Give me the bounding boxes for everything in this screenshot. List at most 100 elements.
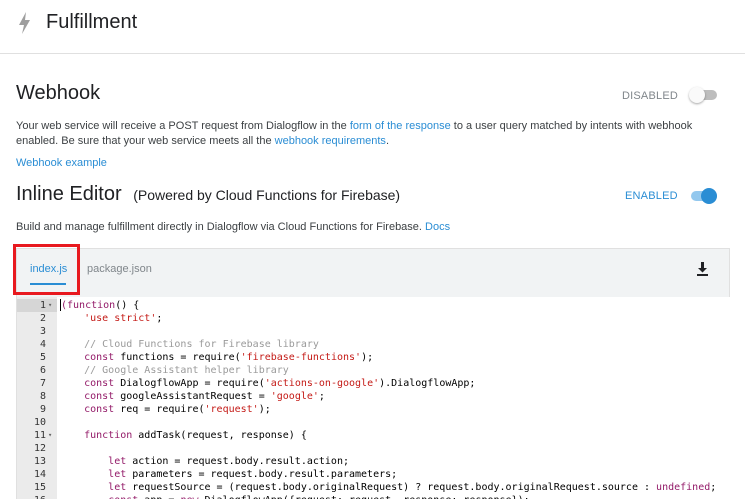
- code-token: functions = require(: [114, 352, 241, 363]
- code-token: const: [84, 378, 115, 389]
- code-token: new: [180, 495, 198, 499]
- webhook-requirements-link[interactable]: webhook requirements: [275, 135, 386, 147]
- inline-editor-toggle[interactable]: [689, 188, 717, 204]
- code-line[interactable]: 1 ▾ (function() {: [17, 299, 730, 312]
- line-number: 4: [39, 339, 46, 350]
- code-line[interactable]: 13 let action = request.body.result.acti…: [17, 455, 730, 468]
- code-line[interactable]: 4 // Cloud Functions for Firebase librar…: [17, 338, 730, 351]
- code-line[interactable]: 10: [17, 416, 730, 429]
- line-number: 5: [39, 352, 46, 363]
- line-number: 1: [39, 300, 46, 311]
- line-number: 7: [39, 378, 46, 389]
- code-line[interactable]: 3: [17, 325, 730, 338]
- code-text: const req = require('request');: [60, 403, 271, 416]
- line-number: 15: [33, 482, 46, 493]
- code-line[interactable]: 9 const req = require('request');: [17, 403, 730, 416]
- code-token: );: [258, 404, 271, 415]
- line-number: 6: [39, 365, 46, 376]
- code-token: 'request': [204, 404, 259, 415]
- code-token: // Cloud Functions for Firebase library: [84, 339, 319, 350]
- code-line[interactable]: 2 'use strict';: [17, 312, 730, 325]
- webhook-desc-text-1: Your web service will receive a POST req…: [16, 120, 350, 132]
- code-token: );: [361, 352, 374, 363]
- code-token: googleAssistantRequest =: [114, 391, 271, 402]
- webhook-desc-text-2: to a user query matched by intents with …: [450, 120, 693, 132]
- code-text: // Cloud Functions for Firebase library: [60, 338, 319, 351]
- code-token: function: [84, 430, 133, 441]
- code-line[interactable]: 12: [17, 442, 730, 455]
- webhook-toggle-knob: [689, 87, 705, 103]
- page-title: Fulfillment: [46, 11, 138, 33]
- code-token: const: [108, 495, 138, 499]
- line-number: 8: [39, 391, 46, 402]
- docs-link[interactable]: Docs: [425, 221, 450, 233]
- code-text: const app = new DialogflowApp({request: …: [60, 494, 529, 499]
- code-text: const DialogflowApp = require('actions-o…: [60, 377, 475, 390]
- inline-editor-toggle-knob: [701, 188, 717, 204]
- code-line[interactable]: 5 const functions = require('firebase-fu…: [17, 351, 730, 364]
- webhook-description: Your web service will receive a POST req…: [16, 119, 731, 149]
- code-token: const: [84, 404, 115, 415]
- fold-arrow-icon[interactable]: ▾: [48, 299, 52, 312]
- code-token: requestSource = (request.body.originalRe…: [126, 482, 657, 493]
- code-line[interactable]: 8 const googleAssistantRequest = 'google…: [17, 390, 730, 403]
- top-bar: Fulfillment: [0, 0, 745, 54]
- editor-tab-bar: index.js package.json: [16, 248, 730, 297]
- code-token: (function: [61, 300, 116, 311]
- code-token: action = request.body.result.action;: [126, 456, 349, 467]
- tab-package-json[interactable]: package.json: [87, 263, 152, 275]
- code-token: undefined: [656, 482, 711, 493]
- line-number: 10: [33, 417, 46, 428]
- code-line[interactable]: 14 let parameters = request.body.result.…: [17, 468, 730, 481]
- code-token: // Google Assistant helper library: [84, 365, 289, 376]
- line-number: 13: [33, 456, 46, 467]
- download-icon[interactable]: [696, 262, 709, 276]
- inline-editor-title-text: Inline Editor: [16, 183, 122, 205]
- code-line[interactable]: 16 const app = new DialogflowApp({reques…: [17, 494, 730, 499]
- webhook-desc-text-3: enabled. Be sure that your web service m…: [16, 135, 275, 147]
- code-token: req = require(: [114, 404, 205, 415]
- code-text: (function() {: [60, 299, 139, 312]
- form-of-response-link[interactable]: form of the response: [350, 120, 451, 132]
- code-token: addTask(request, response) {: [132, 430, 307, 441]
- fold-arrow-icon[interactable]: ▾: [48, 429, 52, 442]
- inline-editor-title: Inline Editor (Powered by Cloud Function…: [16, 183, 400, 206]
- code-token: const: [84, 391, 115, 402]
- webhook-example-link[interactable]: Webhook example: [16, 157, 107, 169]
- webhook-desc-text-4: .: [385, 135, 389, 147]
- code-line[interactable]: 6 // Google Assistant helper library: [17, 364, 730, 377]
- code-token: app =: [138, 495, 180, 499]
- code-line[interactable]: 11 ▾ function addTask(request, response) …: [17, 429, 730, 442]
- code-token: ;: [710, 482, 717, 493]
- code-line[interactable]: 15 let requestSource = (request.body.ori…: [17, 481, 730, 494]
- code-text: let action = request.body.result.action;: [60, 455, 349, 468]
- code-line[interactable]: 7 const DialogflowApp = require('actions…: [17, 377, 730, 390]
- code-text: const googleAssistantRequest = 'google';: [60, 390, 325, 403]
- inline-editor-status-label: ENABLED: [625, 190, 678, 202]
- highlight-box: [13, 244, 80, 295]
- line-number: 2: [39, 313, 46, 324]
- inline-editor-subtitle: (Powered by Cloud Functions for Firebase…: [133, 187, 401, 203]
- webhook-toggle[interactable]: [689, 87, 717, 103]
- code-token: ;: [318, 391, 325, 402]
- inline-editor-desc-text: Build and manage fulfillment directly in…: [16, 221, 426, 233]
- code-editor[interactable]: 1 ▾ (function() {2 'use strict'; 3 4 // Clou…: [16, 297, 730, 499]
- code-token: const: [84, 352, 115, 363]
- line-number: 11: [33, 430, 46, 441]
- code-token: let: [108, 456, 127, 467]
- code-token: DialogflowApp = require(: [114, 378, 265, 389]
- code-text: 'use strict';: [60, 312, 162, 325]
- code-token: ;: [156, 313, 163, 324]
- code-text: function addTask(request, response) {: [60, 429, 307, 442]
- line-number: 12: [33, 443, 46, 454]
